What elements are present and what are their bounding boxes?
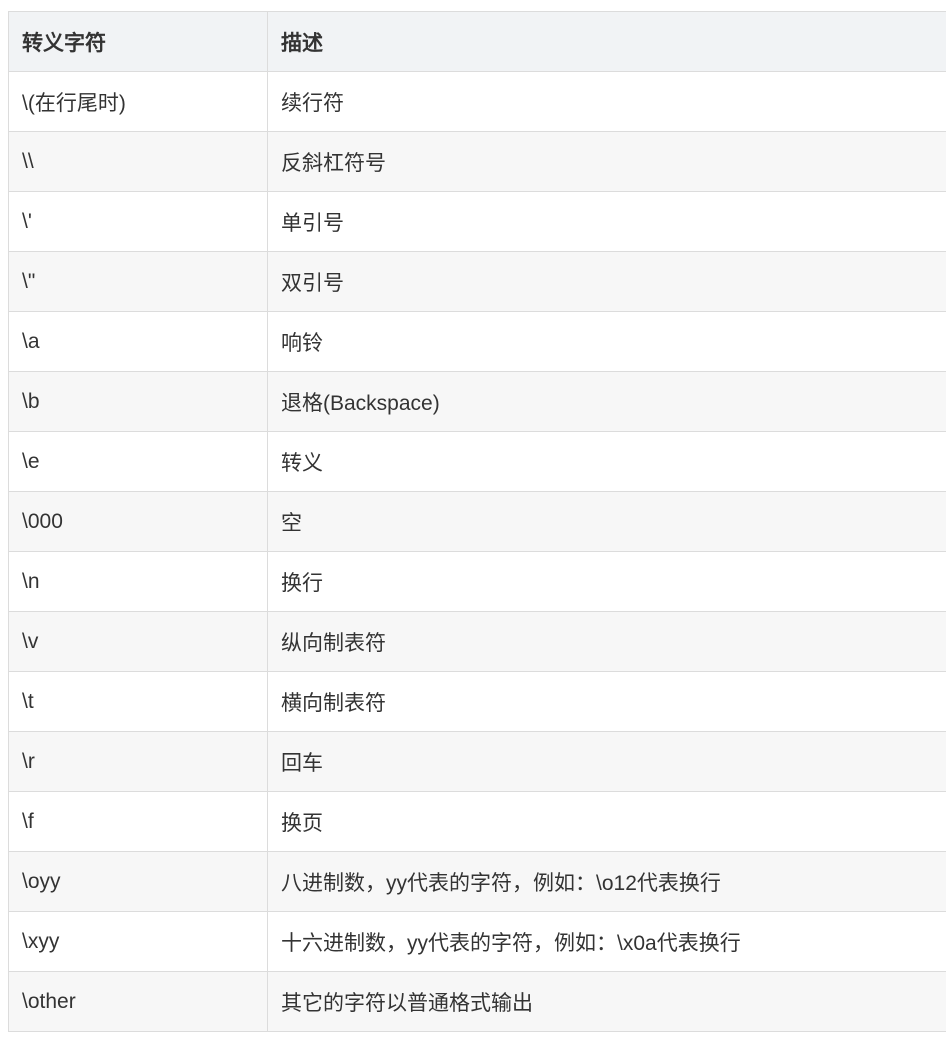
description-cell: 其它的字符以普通格式输出 <box>267 971 946 1032</box>
escape-char-cell: \other <box>8 971 268 1032</box>
escape-char-cell: \n <box>8 551 268 612</box>
table-row: \e 转义 <box>8 431 946 492</box>
table-row: \' 单引号 <box>8 191 946 252</box>
escape-char-cell: \(在行尾时) <box>8 71 268 132</box>
header-description: 描述 <box>267 11 946 72</box>
table-row: \000 空 <box>8 491 946 552</box>
description-cell: 回车 <box>267 731 946 792</box>
escape-char-cell: \r <box>8 731 268 792</box>
table-row: \\ 反斜杠符号 <box>8 131 946 192</box>
table-row: \b 退格(Backspace) <box>8 371 946 432</box>
table-header-row: 转义字符 描述 <box>8 11 946 72</box>
escape-char-table: 转义字符 描述 \(在行尾时) 续行符 \\ 反斜杠符号 \' 单引号 \" 双… <box>8 11 946 1032</box>
table-row: \f 换页 <box>8 791 946 852</box>
description-cell: 反斜杠符号 <box>267 131 946 192</box>
description-cell: 十六进制数，yy代表的字符，例如：\x0a代表换行 <box>267 911 946 972</box>
description-cell: 转义 <box>267 431 946 492</box>
escape-char-table-container: 转义字符 描述 \(在行尾时) 续行符 \\ 反斜杠符号 \' 单引号 \" 双… <box>8 11 946 1032</box>
escape-char-cell: \xyy <box>8 911 268 972</box>
description-cell: 换页 <box>267 791 946 852</box>
escape-char-cell: \000 <box>8 491 268 552</box>
escape-char-cell: \" <box>8 251 268 312</box>
description-cell: 退格(Backspace) <box>267 371 946 432</box>
escape-char-cell: \v <box>8 611 268 672</box>
escape-char-cell: \t <box>8 671 268 732</box>
table-row: \xyy 十六进制数，yy代表的字符，例如：\x0a代表换行 <box>8 911 946 972</box>
table-row: \n 换行 <box>8 551 946 612</box>
table-row: \a 响铃 <box>8 311 946 372</box>
description-cell: 纵向制表符 <box>267 611 946 672</box>
table-row: \t 横向制表符 <box>8 671 946 732</box>
escape-char-cell: \f <box>8 791 268 852</box>
escape-char-cell: \oyy <box>8 851 268 912</box>
table-row: \other 其它的字符以普通格式输出 <box>8 971 946 1032</box>
escape-char-cell: \a <box>8 311 268 372</box>
table-row: \oyy 八进制数，yy代表的字符，例如：\o12代表换行 <box>8 851 946 912</box>
table-row: \" 双引号 <box>8 251 946 312</box>
description-cell: 单引号 <box>267 191 946 252</box>
description-cell: 空 <box>267 491 946 552</box>
description-cell: 八进制数，yy代表的字符，例如：\o12代表换行 <box>267 851 946 912</box>
description-cell: 横向制表符 <box>267 671 946 732</box>
table-row: \r 回车 <box>8 731 946 792</box>
description-cell: 续行符 <box>267 71 946 132</box>
description-cell: 响铃 <box>267 311 946 372</box>
description-cell: 换行 <box>267 551 946 612</box>
escape-char-cell: \\ <box>8 131 268 192</box>
escape-char-cell: \e <box>8 431 268 492</box>
description-cell: 双引号 <box>267 251 946 312</box>
escape-char-cell: \b <box>8 371 268 432</box>
table-row: \v 纵向制表符 <box>8 611 946 672</box>
header-escape-char: 转义字符 <box>8 11 268 72</box>
escape-char-cell: \' <box>8 191 268 252</box>
table-row: \(在行尾时) 续行符 <box>8 71 946 132</box>
